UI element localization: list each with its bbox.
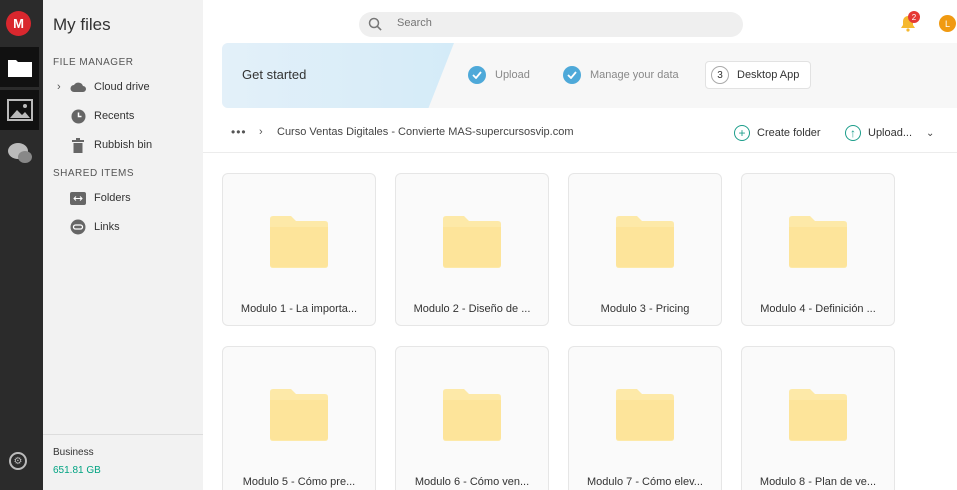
folder-icon: [443, 216, 501, 268]
storage-panel[interactable]: Business 651.81 GB: [43, 434, 203, 490]
check-icon: [468, 66, 486, 84]
sidebar-item-label: Cloud drive: [94, 81, 150, 93]
folder-icon: [7, 60, 32, 77]
folder-icon: [789, 389, 847, 441]
step-upload[interactable]: Upload: [468, 65, 530, 85]
upload-arrow-icon: ↑: [845, 125, 861, 141]
cloud-icon: [70, 79, 86, 95]
section-shared-items: SHARED ITEMS: [53, 168, 135, 179]
get-started-banner: Get started Upload Manage your data 3 De…: [222, 43, 957, 108]
folder-name: Modulo 2 - Diseño de ...: [413, 303, 531, 315]
chevron-right-icon: ›: [259, 126, 263, 138]
folder-card[interactable]: Modulo 3 - Pricing: [568, 173, 722, 326]
sidebar: My files FILE MANAGER › Cloud drive Rece…: [43, 0, 203, 490]
step-label: Manage your data: [590, 69, 679, 81]
folder-icon: [443, 389, 501, 441]
folder-name: Modulo 7 - Cómo elev...: [587, 476, 703, 488]
create-folder-button[interactable]: + Create folder: [734, 124, 821, 142]
trash-icon: [70, 137, 86, 153]
sidebar-item-cloud-drive[interactable]: › Cloud drive: [43, 76, 203, 98]
app-rail: M ⚙: [0, 0, 43, 490]
folder-card[interactable]: Modulo 2 - Diseño de ...: [395, 173, 549, 326]
plus-icon: +: [734, 125, 750, 141]
chat-app-button[interactable]: [0, 133, 39, 173]
breadcrumb-toolbar: ••• › Curso Ventas Digitales - Convierte…: [203, 115, 957, 153]
folder-name: Modulo 3 - Pricing: [600, 303, 690, 315]
folder-name: Modulo 1 - La importa...: [240, 303, 358, 315]
step-desktop-app[interactable]: 3 Desktop App: [705, 61, 811, 89]
folder-card[interactable]: Modulo 5 - Cómo pre...: [222, 346, 376, 490]
sidebar-item-label: Recents: [94, 110, 135, 122]
check-icon: [563, 66, 581, 84]
folder-name: Modulo 4 - Definición ...: [760, 303, 876, 315]
step-label: Upload: [495, 69, 530, 81]
search-bar[interactable]: [359, 12, 743, 37]
folder-icon: [270, 216, 328, 268]
image-icon: [6, 99, 33, 121]
step-manage-data[interactable]: Manage your data: [563, 65, 679, 85]
search-icon: [368, 17, 382, 31]
cloud-drive-app-button[interactable]: [0, 47, 39, 87]
sidebar-item-label: Links: [94, 221, 120, 233]
link-icon: [70, 219, 86, 235]
folder-card[interactable]: Modulo 6 - Cómo ven...: [395, 346, 549, 490]
folder-card[interactable]: Modulo 7 - Cómo elev...: [568, 346, 722, 490]
sidebar-item-links[interactable]: Links: [43, 216, 203, 238]
sidebar-item-recents[interactable]: Recents: [43, 105, 203, 127]
folder-card[interactable]: Modulo 1 - La importa...: [222, 173, 376, 326]
clock-icon: [70, 108, 86, 124]
upload-label: Upload...: [868, 127, 913, 139]
sidebar-item-label: Rubbish bin: [94, 139, 153, 151]
notification-badge: 2: [908, 11, 920, 23]
chat-icon: [7, 143, 32, 163]
plan-name: Business: [53, 447, 94, 458]
upload-button[interactable]: ↑ Upload... ⌄: [845, 124, 934, 142]
folder-icon: [789, 216, 847, 268]
folder-icon: [616, 389, 674, 441]
chevron-right-icon[interactable]: ›: [57, 81, 61, 93]
folder-name: Modulo 5 - Cómo pre...: [242, 476, 356, 488]
search-input[interactable]: [397, 17, 727, 29]
section-file-manager: FILE MANAGER: [53, 57, 134, 68]
mega-app: M ⚙ My files FILE MANAGER › Cloud drive …: [0, 0, 957, 490]
create-folder-label: Create folder: [757, 127, 821, 139]
avatar[interactable]: L: [939, 15, 956, 32]
sidebar-item-folders[interactable]: Folders: [43, 187, 203, 209]
sidebar-item-rubbish-bin[interactable]: Rubbish bin: [43, 134, 203, 156]
page-title: My files: [53, 15, 111, 34]
folder-name: Modulo 8 - Plan de ve...: [759, 476, 877, 488]
settings-icon[interactable]: ⚙: [9, 452, 27, 470]
shared-folder-icon: [70, 190, 86, 206]
get-started-title: Get started: [242, 67, 307, 82]
step-label: Desktop App: [737, 69, 800, 81]
chevron-down-icon[interactable]: ⌄: [926, 128, 934, 139]
step-number: 3: [711, 66, 729, 84]
main-area: 2 L Get started Upload Manage your data …: [203, 0, 957, 490]
folder-card[interactable]: Modulo 8 - Plan de ve...: [741, 346, 895, 490]
mega-logo[interactable]: M: [6, 11, 31, 36]
sidebar-item-label: Folders: [94, 192, 131, 204]
folder-name: Modulo 6 - Cómo ven...: [414, 476, 530, 488]
storage-usage: 651.81 GB: [53, 465, 101, 476]
folder-card[interactable]: Modulo 4 - Definición ...: [741, 173, 895, 326]
folder-icon: [270, 389, 328, 441]
photos-app-button[interactable]: [0, 90, 39, 130]
more-breadcrumbs-button[interactable]: •••: [231, 125, 247, 139]
breadcrumb[interactable]: Curso Ventas Digitales - Convierte MAS-s…: [277, 126, 574, 138]
folder-icon: [616, 216, 674, 268]
